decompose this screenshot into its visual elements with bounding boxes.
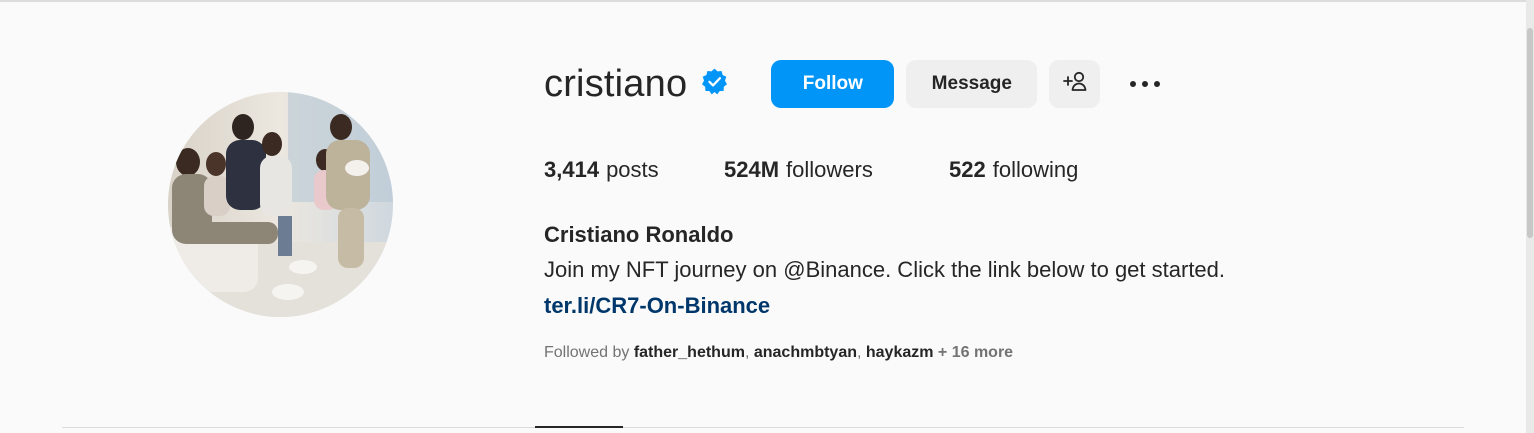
avatar-photo bbox=[168, 92, 393, 317]
posts-stat: 3,414 posts bbox=[544, 157, 724, 183]
following-label: following bbox=[992, 157, 1079, 182]
profile-link[interactable]: ter.li/CR7-On-Binance bbox=[544, 293, 770, 319]
followers-label: followers bbox=[786, 157, 873, 182]
more-options-button[interactable] bbox=[1128, 60, 1162, 108]
followed-by-user[interactable]: father_hethum bbox=[634, 344, 745, 361]
more-options-icon bbox=[1128, 73, 1162, 95]
followed-by[interactable]: Followed by father_hethum, anachmbtyan, … bbox=[544, 344, 1013, 362]
add-user-icon bbox=[1062, 70, 1088, 98]
followed-by-user[interactable]: haykazm bbox=[866, 344, 934, 361]
section-divider bbox=[62, 427, 1464, 428]
top-border bbox=[0, 0, 1534, 2]
scrollbar-thumb[interactable] bbox=[1527, 28, 1533, 238]
followed-by-sep: , bbox=[856, 344, 866, 361]
profile-username: cristiano bbox=[544, 63, 688, 105]
following-count: 522 bbox=[949, 157, 986, 182]
profile-bio: Join my NFT journey on @Binance. Click t… bbox=[544, 257, 1226, 282]
profile-full-name: Cristiano Ronaldo bbox=[544, 222, 734, 247]
message-button[interactable]: Message bbox=[906, 60, 1038, 108]
suggested-accounts-button[interactable] bbox=[1049, 60, 1101, 108]
profile-header-row: cristiano Follow Message bbox=[544, 58, 1162, 110]
profile-stats: 3,414 posts 524M followers 522 following bbox=[544, 155, 1078, 185]
verified-badge-icon bbox=[701, 68, 728, 95]
scrollbar-track[interactable] bbox=[1526, 0, 1534, 433]
followed-by-prefix: Followed by bbox=[544, 344, 634, 361]
followed-by-sep: , bbox=[744, 344, 754, 361]
profile-avatar[interactable] bbox=[168, 92, 393, 317]
followers-stat[interactable]: 524M followers bbox=[724, 157, 949, 183]
followed-by-more[interactable]: + 16 more bbox=[933, 344, 1013, 361]
following-stat[interactable]: 522 following bbox=[949, 157, 1078, 183]
active-tab-indicator bbox=[535, 426, 623, 428]
followed-by-user[interactable]: anachmbtyan bbox=[754, 344, 857, 361]
posts-label: posts bbox=[606, 157, 659, 182]
posts-count: 3,414 bbox=[544, 157, 600, 182]
follow-button[interactable]: Follow bbox=[771, 60, 895, 108]
followers-count: 524M bbox=[724, 157, 780, 182]
